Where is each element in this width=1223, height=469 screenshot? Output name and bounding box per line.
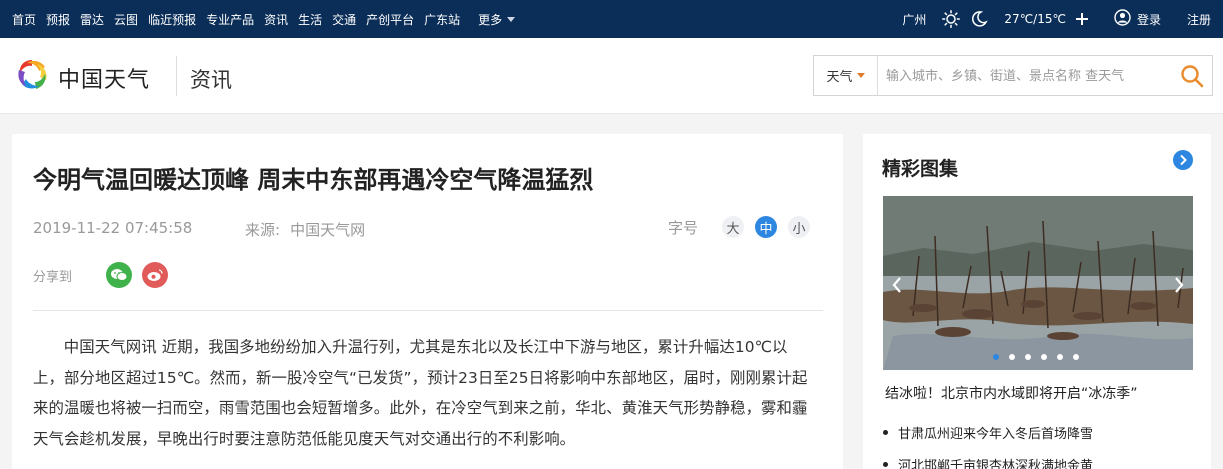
font-size-medium-button[interactable]: 中 <box>755 216 778 238</box>
share-bar: 分享到 <box>33 262 178 288</box>
search-box: 天气 <box>813 55 1213 96</box>
bullet-icon <box>883 429 888 435</box>
list-item-label: 河北邯郸千亩银杏林深秋满地金黄 <box>898 458 1094 469</box>
frozen-lake-photo <box>883 196 1193 370</box>
city-selector[interactable]: 广州 <box>902 11 926 28</box>
gallery-card: 精彩图集 结冰啦！北京市内水域即将开启“冰冻季” 甘肃瓜州迎来今年入冬后首场降雪… <box>863 134 1211 469</box>
slide-dot[interactable] <box>1009 354 1015 360</box>
source-label: 来源: <box>245 221 281 239</box>
article-title: 今明气温回暖达顶峰 周末中东部再遇冷空气降温猛烈 <box>33 166 594 194</box>
article-divider <box>33 310 823 311</box>
nav-more-button[interactable]: 更多 <box>478 11 516 28</box>
nav-item-cloud[interactable]: 云图 <box>114 11 138 28</box>
nav-item-forecast[interactable]: 预报 <box>46 11 70 28</box>
search-type-select[interactable]: 天气 <box>814 56 878 95</box>
register-button[interactable]: 注册 <box>1187 11 1211 28</box>
slide-pagination <box>993 354 1089 360</box>
temperature-range: 27℃/15℃ <box>1004 12 1066 26</box>
slide-prev-button[interactable] <box>885 270 909 300</box>
plus-icon[interactable] <box>1075 13 1088 25</box>
nav-item-nowcast[interactable]: 临近预报 <box>148 11 196 28</box>
list-item-label: 甘肃瓜州迎来今年入冬后首场降雪 <box>898 426 1094 442</box>
slide-dot[interactable] <box>1057 354 1063 360</box>
weibo-icon[interactable] <box>142 262 169 288</box>
nav-item-guangdong[interactable]: 广东站 <box>424 11 460 28</box>
nav-item-radar[interactable]: 雷达 <box>80 11 104 28</box>
bullet-icon <box>883 461 888 467</box>
section-title[interactable]: 资讯 <box>190 64 232 94</box>
gallery-slideshow[interactable] <box>883 196 1193 370</box>
nav-more-label: 更多 <box>478 12 503 27</box>
caret-down-icon <box>856 73 865 78</box>
moon-icon <box>970 10 989 28</box>
gallery-title: 精彩图集 <box>882 158 959 180</box>
search-input[interactable] <box>886 65 1166 87</box>
gallery-caption[interactable]: 结冰啦！北京市内水域即将开启“冰冻季” <box>885 383 1138 403</box>
slide-next-button[interactable] <box>1167 270 1191 300</box>
slide-dot[interactable] <box>993 354 999 360</box>
login-button[interactable]: 登录 <box>1114 9 1161 29</box>
share-label: 分享到 <box>33 269 73 285</box>
nav-item-traffic[interactable]: 交通 <box>332 11 356 28</box>
font-size-large-button[interactable]: 大 <box>722 216 745 238</box>
weather-logo-icon[interactable] <box>14 56 50 92</box>
sun-icon <box>942 10 961 28</box>
site-name[interactable]: 中国天气 <box>58 62 150 94</box>
search-type-label: 天气 <box>826 70 853 85</box>
chevron-down-icon <box>507 16 516 22</box>
article-card: 今明气温回暖达顶峰 周末中东部再遇冷空气降温猛烈 2019-11-22 07:4… <box>12 134 843 469</box>
wechat-icon[interactable] <box>106 262 133 288</box>
font-size-label: 字号 <box>668 218 699 237</box>
header-divider <box>176 56 177 96</box>
font-size-control: 字号 大 中 小 <box>668 216 821 238</box>
nav-item-platform[interactable]: 产创平台 <box>366 11 414 28</box>
source-value[interactable]: 中国天气网 <box>290 221 365 239</box>
site-header: 中国天气 资讯 天气 <box>0 38 1223 114</box>
login-label: 登录 <box>1136 12 1161 27</box>
nav-item-home[interactable]: 首页 <box>12 11 36 28</box>
top-nav-bar: 首页 预报 雷达 云图 临近预报 专业产品 资讯 生活 交通 产创平台 广东站 … <box>0 0 1223 38</box>
list-item[interactable]: 甘肃瓜州迎来今年入冬后首场降雪 <box>883 416 1093 448</box>
chevron-right-icon[interactable] <box>1173 150 1193 170</box>
nav-item-products[interactable]: 专业产品 <box>206 11 254 28</box>
article-source: 来源: 中国天气网 <box>245 219 365 240</box>
top-right-tools: 广州 27℃/15℃ 登录 注册 <box>902 0 1223 38</box>
nav-item-news[interactable]: 资讯 <box>264 11 288 28</box>
font-size-small-button[interactable]: 小 <box>788 216 811 238</box>
list-item[interactable]: 河北邯郸千亩银杏林深秋满地金黄 <box>883 448 1093 469</box>
search-icon[interactable] <box>1178 62 1206 90</box>
slide-dot[interactable] <box>1025 354 1031 360</box>
article-body: 中国天气网讯 近期，我国多地纷纷加入升温行列，尤其是东北以及长江中下游与地区，累… <box>33 338 808 448</box>
main-nav: 首页 预报 雷达 云图 临近预报 专业产品 资讯 生活 交通 产创平台 广东站 … <box>12 0 525 38</box>
slide-dot[interactable] <box>1041 354 1047 360</box>
slide-dot[interactable] <box>1073 354 1079 360</box>
nav-item-life[interactable]: 生活 <box>298 11 322 28</box>
gallery-list: 甘肃瓜州迎来今年入冬后首场降雪 河北邯郸千亩银杏林深秋满地金黄 <box>883 416 1093 469</box>
article-datetime: 2019-11-22 07:45:58 <box>33 219 193 237</box>
user-icon <box>1114 9 1131 29</box>
